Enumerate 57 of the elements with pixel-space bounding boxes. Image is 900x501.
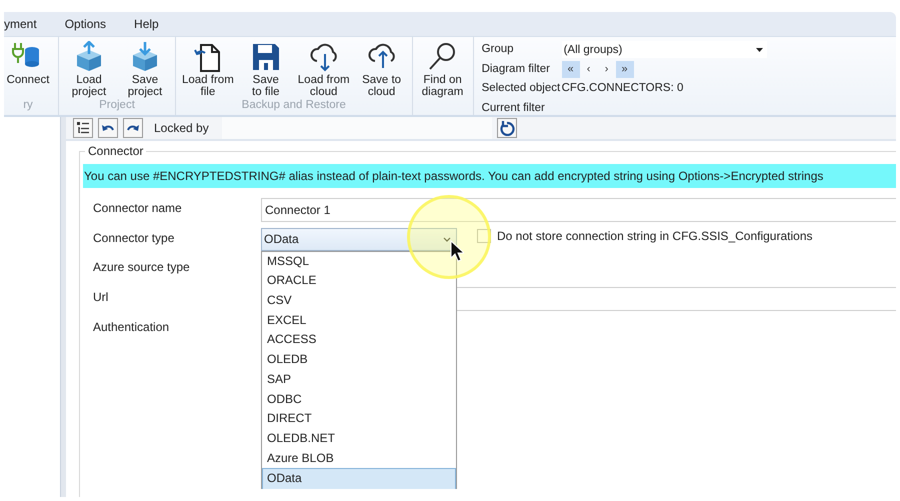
refresh-button[interactable]	[496, 118, 517, 138]
ribbon-button[interactable]: Load project	[65, 37, 113, 99]
ribbon-button[interactable]: Save project	[121, 37, 169, 99]
dropdown-arrow-icon	[756, 48, 763, 52]
field-label: Azure source type	[92, 259, 191, 274]
field-label: Group	[482, 42, 515, 57]
field-label: Selected object	[482, 81, 562, 96]
field-label: Diagram filter	[482, 62, 551, 76]
dropdown-option[interactable]: SAP	[262, 370, 456, 390]
chevron-down-icon	[443, 236, 451, 242]
ribbon-button[interactable]: Load from file	[182, 37, 234, 99]
field-label: Locked by	[154, 121, 209, 135]
connector-type-dropdown[interactable]: OData	[261, 228, 457, 251]
dropdown-option[interactable]: OData	[262, 468, 456, 489]
list-button[interactable]	[73, 118, 93, 138]
group-label: Project	[99, 99, 135, 111]
field-label: Url	[92, 289, 110, 304]
text-field[interactable]: Connector 1	[261, 198, 896, 222]
dropdown-option[interactable]: OLEDB	[262, 350, 456, 370]
group-dropdown[interactable]: (All groups)	[562, 41, 767, 58]
info-banner: You can use #ENCRYPTEDSTRING# alias instead of plain-text passwords. You can add encrypted string using Options->Encrypted strings	[83, 164, 896, 188]
ribbon-button[interactable]: Save to file	[242, 37, 290, 99]
dropdown-option[interactable]: ACCESS	[262, 330, 456, 350]
groupbox-title: Connector	[85, 144, 146, 158]
nav-button[interactable]: «	[562, 60, 580, 78]
dropdown-option[interactable]: CSV	[262, 291, 456, 311]
nav-button[interactable]: ›	[598, 60, 616, 78]
locked-by-field[interactable]	[222, 117, 492, 139]
cloud-down-arrow-icon	[308, 41, 340, 73]
redo-button[interactable]	[123, 118, 143, 138]
ribbon-button[interactable]: Find on diagram	[418, 37, 467, 99]
dropdown-option[interactable]: ODBC	[262, 390, 456, 410]
refresh-icon	[498, 120, 515, 136]
ribbon-button[interactable]: Save to cloud	[358, 37, 406, 99]
ribbon-button[interactable]: Connect	[4, 37, 52, 99]
group-label: ry	[23, 99, 33, 111]
field-label: Current filter	[482, 100, 546, 116]
undo-button[interactable]	[98, 118, 118, 138]
field-value: CFG.CONNECTORS: 0	[562, 81, 684, 96]
group-label: Backup and Restore	[242, 99, 346, 111]
nav-button[interactable]: »	[616, 60, 634, 78]
checkbox[interactable]	[477, 228, 491, 243]
dropdown-option[interactable]: EXCEL	[262, 310, 456, 330]
menu-item[interactable]: Help	[134, 17, 159, 31]
field-label: Connector type	[92, 230, 176, 245]
list-icon	[76, 121, 90, 135]
dropdown-option[interactable]: DIRECT	[262, 409, 456, 429]
dropdown-option[interactable]: Azure BLOB	[262, 448, 456, 468]
checkbox-label: Do not store connection string in CFG.SSIS_Configurations	[497, 228, 812, 243]
ribbon-button[interactable]: Load from cloud	[298, 37, 350, 99]
dropdown-option[interactable]: ORACLE	[262, 271, 456, 292]
dropdown-option[interactable]: OLEDB.NET	[262, 428, 456, 449]
field-label: Authentication	[92, 318, 170, 334]
menu-item[interactable]: Options	[64, 17, 106, 31]
field-label: Connector name	[92, 200, 183, 215]
nav-button[interactable]: ‹	[580, 60, 598, 78]
menu-item[interactable]: yment	[4, 17, 37, 31]
